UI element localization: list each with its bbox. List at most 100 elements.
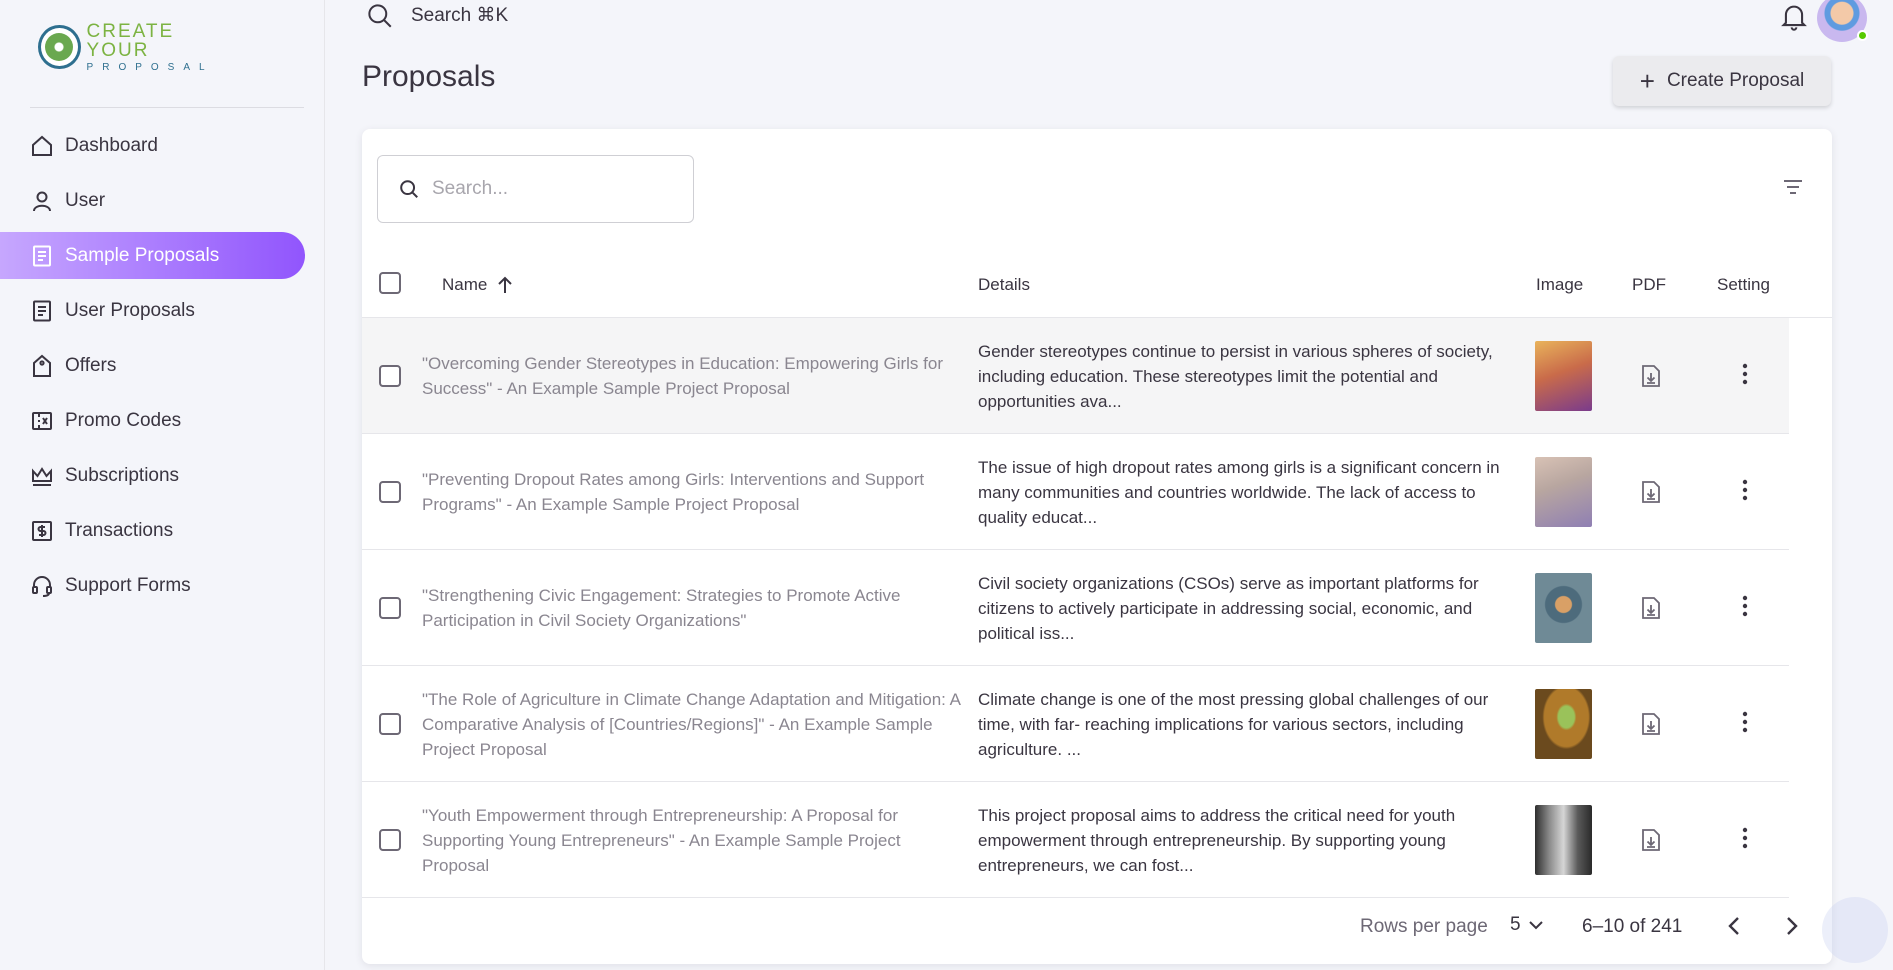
logo-flower-icon [38, 25, 81, 69]
proposal-name[interactable]: "Preventing Dropout Rates among Girls: I… [422, 434, 962, 550]
more-vertical-icon[interactable] [1742, 710, 1748, 734]
rows-per-page-select[interactable]: 5 [1510, 914, 1543, 936]
proposal-thumbnail[interactable] [1535, 689, 1592, 759]
more-vertical-icon[interactable] [1742, 362, 1748, 386]
proposal-details: Gender stereotypes continue to persist i… [978, 341, 1493, 411]
pdf-download-icon[interactable] [1641, 828, 1661, 852]
pagination-range: 6–10 of 241 [1582, 916, 1683, 937]
chevron-down-icon [1528, 920, 1543, 930]
proposals-table-card: Name Details Image PDF Setting "Overcomi… [362, 129, 1832, 964]
document-icon [30, 299, 54, 323]
arrow-up-icon [497, 276, 513, 294]
sidebar-item-dashboard[interactable]: Dashboard [0, 122, 305, 169]
floating-action-shadow [1822, 897, 1888, 963]
proposal-thumbnail[interactable] [1535, 805, 1592, 875]
sidebar: CREATE YOUR PROPOSAL Dashboard User Samp… [0, 0, 325, 970]
search-icon [366, 2, 393, 29]
column-header-setting: Setting [1717, 275, 1770, 294]
headset-icon [30, 574, 54, 598]
sidebar-item-user[interactable]: User [0, 177, 305, 224]
pdf-download-icon[interactable] [1641, 480, 1661, 504]
proposal-details: Climate change is one of the most pressi… [978, 689, 1489, 759]
document-icon [30, 244, 54, 268]
notification-bell-icon[interactable] [1780, 2, 1808, 32]
sidebar-item-sample-proposals[interactable]: Sample Proposals [0, 232, 305, 279]
proposal-thumbnail[interactable] [1535, 341, 1592, 411]
plus-icon: + [1639, 66, 1655, 96]
row-checkbox[interactable] [379, 365, 401, 387]
proposal-name[interactable]: "The Role of Agriculture in Climate Chan… [422, 666, 962, 782]
sidebar-item-label: Transactions [65, 519, 174, 541]
proposal-details: The issue of high dropout rates among gi… [978, 457, 1500, 527]
sidebar-item-offers[interactable]: Offers [0, 342, 305, 389]
proposal-name[interactable]: "Overcoming Gender Stereotypes in Educat… [422, 318, 962, 434]
rows-per-page-value: 5 [1510, 914, 1521, 935]
create-proposal-button[interactable]: + Create Proposal [1613, 56, 1831, 106]
table-row[interactable]: "Overcoming Gender Stereotypes in Educat… [362, 318, 1789, 434]
sidebar-item-label: Offers [65, 354, 117, 376]
online-status-dot [1857, 30, 1868, 41]
home-icon [30, 134, 54, 158]
pdf-download-icon[interactable] [1641, 364, 1661, 388]
global-search-label: Search ⌘K [411, 5, 509, 26]
chevron-right-icon[interactable] [1786, 917, 1798, 935]
table-search[interactable] [377, 155, 694, 223]
proposal-name[interactable]: "Strengthening Civic Engagement: Strateg… [422, 550, 962, 666]
global-search[interactable]: Search ⌘K [366, 2, 508, 29]
pdf-download-icon[interactable] [1641, 596, 1661, 620]
sidebar-item-user-proposals[interactable]: User Proposals [0, 287, 305, 334]
sidebar-nav: Dashboard User Sample Proposals User Pro… [0, 122, 305, 617]
sidebar-item-label: User Proposals [65, 299, 195, 321]
table-search-input[interactable] [432, 178, 672, 200]
proposal-name[interactable]: "Youth Empowerment through Entrepreneurs… [422, 782, 962, 898]
column-header-details[interactable]: Details [978, 275, 1030, 295]
table-row[interactable]: "The Role of Agriculture in Climate Chan… [362, 666, 1789, 782]
brand-logo[interactable]: CREATE YOUR PROPOSAL [38, 22, 238, 72]
more-vertical-icon[interactable] [1742, 478, 1748, 502]
select-all-checkbox[interactable] [379, 272, 401, 294]
sidebar-item-label: Promo Codes [65, 409, 182, 431]
table-row[interactable]: "Youth Empowerment through Entrepreneurs… [362, 782, 1789, 898]
column-header-image: Image [1536, 275, 1584, 294]
proposal-details: Civil society organizations (CSOs) serve… [978, 573, 1479, 643]
dollar-icon [30, 519, 54, 543]
pdf-download-icon[interactable] [1641, 712, 1661, 736]
column-header-name-label: Name [442, 275, 488, 294]
sidebar-item-support-forms[interactable]: Support Forms [0, 562, 305, 609]
page-title: Proposals [362, 60, 496, 93]
filter-icon[interactable] [1782, 177, 1804, 197]
sidebar-item-label: User [65, 189, 106, 211]
table-row[interactable]: "Preventing Dropout Rates among Girls: I… [362, 434, 1789, 550]
brand-line2: PROPOSAL [86, 61, 214, 73]
column-header-pdf: PDF [1632, 275, 1666, 294]
search-icon [398, 178, 420, 200]
tag-icon [30, 354, 54, 378]
row-checkbox[interactable] [379, 597, 401, 619]
ticket-icon [30, 409, 54, 433]
sidebar-item-label: Sample Proposals [65, 244, 220, 266]
proposal-details: This project proposal aims to address th… [978, 805, 1456, 875]
create-proposal-label: Create Proposal [1666, 70, 1805, 91]
more-vertical-icon[interactable] [1742, 826, 1748, 850]
sidebar-item-label: Subscriptions [65, 464, 180, 486]
crown-icon [30, 464, 54, 488]
sidebar-item-label: Support Forms [65, 574, 191, 596]
pagination: Rows per page 5 6–10 of 241 [362, 898, 1832, 964]
row-checkbox[interactable] [379, 481, 401, 503]
proposal-thumbnail[interactable] [1535, 573, 1592, 643]
proposal-thumbnail[interactable] [1535, 457, 1592, 527]
chevron-left-icon[interactable] [1728, 917, 1740, 935]
sidebar-item-label: Dashboard [65, 134, 158, 156]
column-header-name[interactable]: Name [442, 275, 513, 295]
sidebar-item-promo-codes[interactable]: Promo Codes [0, 397, 305, 444]
rows-per-page-label: Rows per page [1360, 916, 1488, 937]
table-row[interactable]: "Strengthening Civic Engagement: Strateg… [362, 550, 1789, 666]
brand-line1: CREATE YOUR [86, 20, 175, 61]
more-vertical-icon[interactable] [1742, 594, 1748, 618]
row-checkbox[interactable] [379, 829, 401, 851]
row-checkbox[interactable] [379, 713, 401, 735]
sidebar-item-subscriptions[interactable]: Subscriptions [0, 452, 305, 499]
sidebar-divider [30, 107, 304, 108]
user-icon [30, 189, 54, 213]
sidebar-item-transactions[interactable]: Transactions [0, 507, 305, 554]
